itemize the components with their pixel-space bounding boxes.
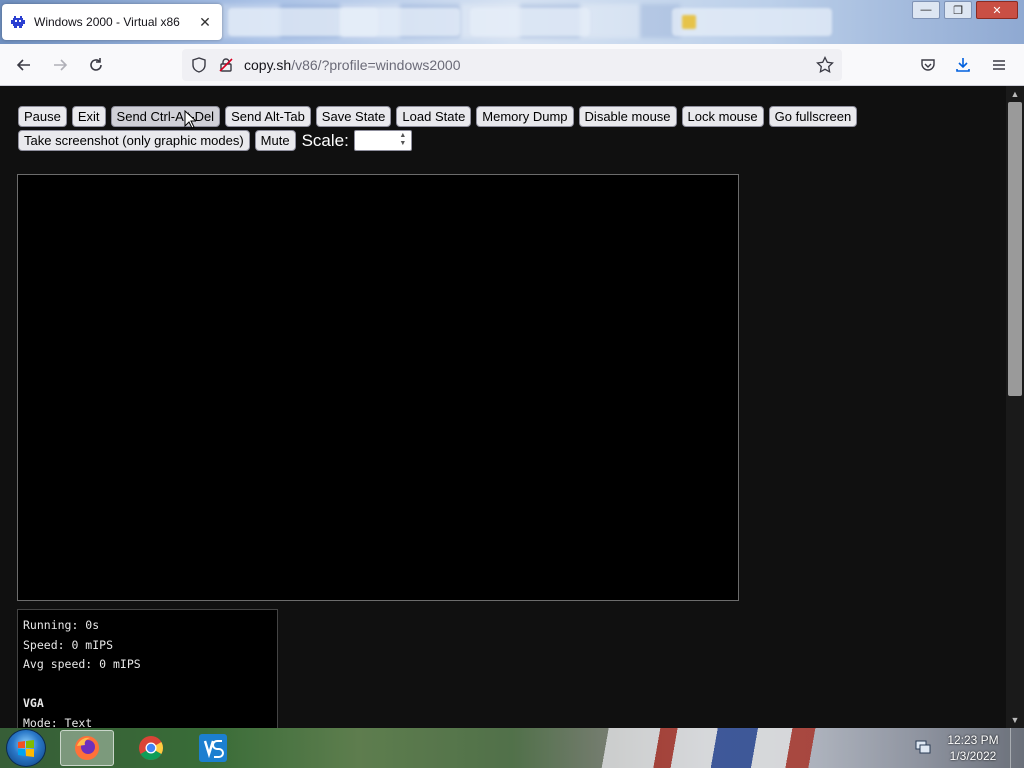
bookmark-star-icon[interactable] [814,54,836,76]
background-tab[interactable] [672,8,832,36]
shield-icon[interactable] [188,54,210,76]
start-button-windows-icon[interactable] [6,729,46,767]
background-tab[interactable] [340,8,460,36]
scale-label: Scale: [301,130,349,150]
go-fullscreen-button[interactable]: Go fullscreen [768,106,858,127]
background-tab[interactable] [470,8,590,36]
reload-icon[interactable] [85,54,107,76]
url-domain: copy.sh [244,57,292,73]
network-tray-icon[interactable] [914,738,932,756]
url-path: /v86/?profile=windows2000 [291,57,461,73]
close-window-button[interactable]: ✕ [976,1,1018,19]
lock-mouse-button[interactable]: Lock mouse [681,106,764,127]
vga-mode: Mode: Text [23,715,93,729]
emulator-stats-panel: Running: 0s Speed: 0 mIPS Avg speed: 0 m… [17,609,278,728]
taskbar-clock[interactable]: 12:23 PM 1/3/2022 [940,732,1006,764]
memory-dump-button[interactable]: Memory Dump [476,106,574,127]
load-state-button[interactable]: Load State [396,106,472,127]
running-time: Running: 0s [23,618,100,632]
pause-button[interactable]: Pause [18,106,67,127]
windows-taskbar: 12:23 PM 1/3/2022 [0,728,1024,768]
page-scrollbar[interactable]: ▲ ▼ [1006,86,1024,728]
scroll-down-arrow-icon[interactable]: ▼ [1006,712,1024,728]
browser-nav-bar: copy.sh/v86/?profile=windows2000 [0,44,1024,86]
back-arrow-icon[interactable] [13,54,35,76]
save-state-button[interactable]: Save State [315,106,392,127]
url-text[interactable]: copy.sh/v86/?profile=windows2000 [244,57,461,73]
tab-close-icon[interactable]: ✕ [196,14,214,31]
avg-speed-readout: Avg speed: 0 mIPS [23,657,141,671]
tab-title: Windows 2000 - Virtual x86 [34,15,180,29]
url-bar[interactable]: copy.sh/v86/?profile=windows2000 [182,49,842,81]
stats-spacer [23,675,272,695]
speed-readout: Speed: 0 mIPS [23,637,114,652]
scale-input[interactable]: ▲ ▼ [353,130,412,151]
forward-arrow-icon[interactable] [49,54,71,76]
tab-windows-2000[interactable]: Windows 2000 - Virtual x86 ✕ [2,4,222,40]
pocket-icon[interactable] [917,54,939,76]
browser-tab-bar: Windows 2000 - Virtual x86 ✕ — ❐ ✕ [0,0,1024,44]
take-screenshot-button[interactable]: Take screenshot (only graphic modes) [18,130,250,151]
insecure-lock-icon[interactable] [215,54,237,76]
downloads-icon[interactable] [952,54,974,76]
vga-heading: VGA [23,696,44,710]
v86-page: Pause Exit Send Ctrl-Alt-Del Send Alt-Ta… [0,86,1006,728]
taskbar-firefox-icon[interactable] [60,730,114,766]
emulator-screen[interactable] [17,174,739,601]
scroll-up-arrow-icon[interactable]: ▲ [1006,86,1024,102]
clock-time: 12:23 PM [947,733,999,747]
clock-date: 1/3/2022 [949,749,997,763]
background-tab-favicon [682,15,696,29]
send-ctrl-alt-del-button[interactable]: Send Ctrl-Alt-Del [110,106,221,127]
window-controls: — ❐ ✕ [912,1,1018,19]
show-desktop-button[interactable] [1010,728,1024,768]
toolbar-row-1: Pause Exit Send Ctrl-Alt-Del Send Alt-Ta… [18,106,918,127]
disable-mouse-button[interactable]: Disable mouse [578,106,677,127]
restore-button[interactable]: ❐ [944,1,972,19]
toolbar-row-2: Take screenshot (only graphic modes) Mut… [18,130,918,151]
minimize-button[interactable]: — [912,1,940,19]
taskbar-vmware-icon[interactable] [186,730,240,766]
hamburger-menu-icon[interactable] [988,54,1010,76]
scrollbar-thumb[interactable] [1008,102,1022,396]
emulator-toolbar: Pause Exit Send Ctrl-Alt-Del Send Alt-Ta… [18,106,918,154]
taskbar-chrome-icon[interactable] [124,730,178,766]
mouse-cursor-icon [184,110,196,129]
spinner-arrows-icon[interactable]: ▲ ▼ [397,132,409,149]
exit-button[interactable]: Exit [71,106,106,127]
mute-button[interactable]: Mute [254,130,296,151]
send-alt-tab-button[interactable]: Send Alt-Tab [225,106,311,127]
v86-favicon-icon [10,14,26,30]
